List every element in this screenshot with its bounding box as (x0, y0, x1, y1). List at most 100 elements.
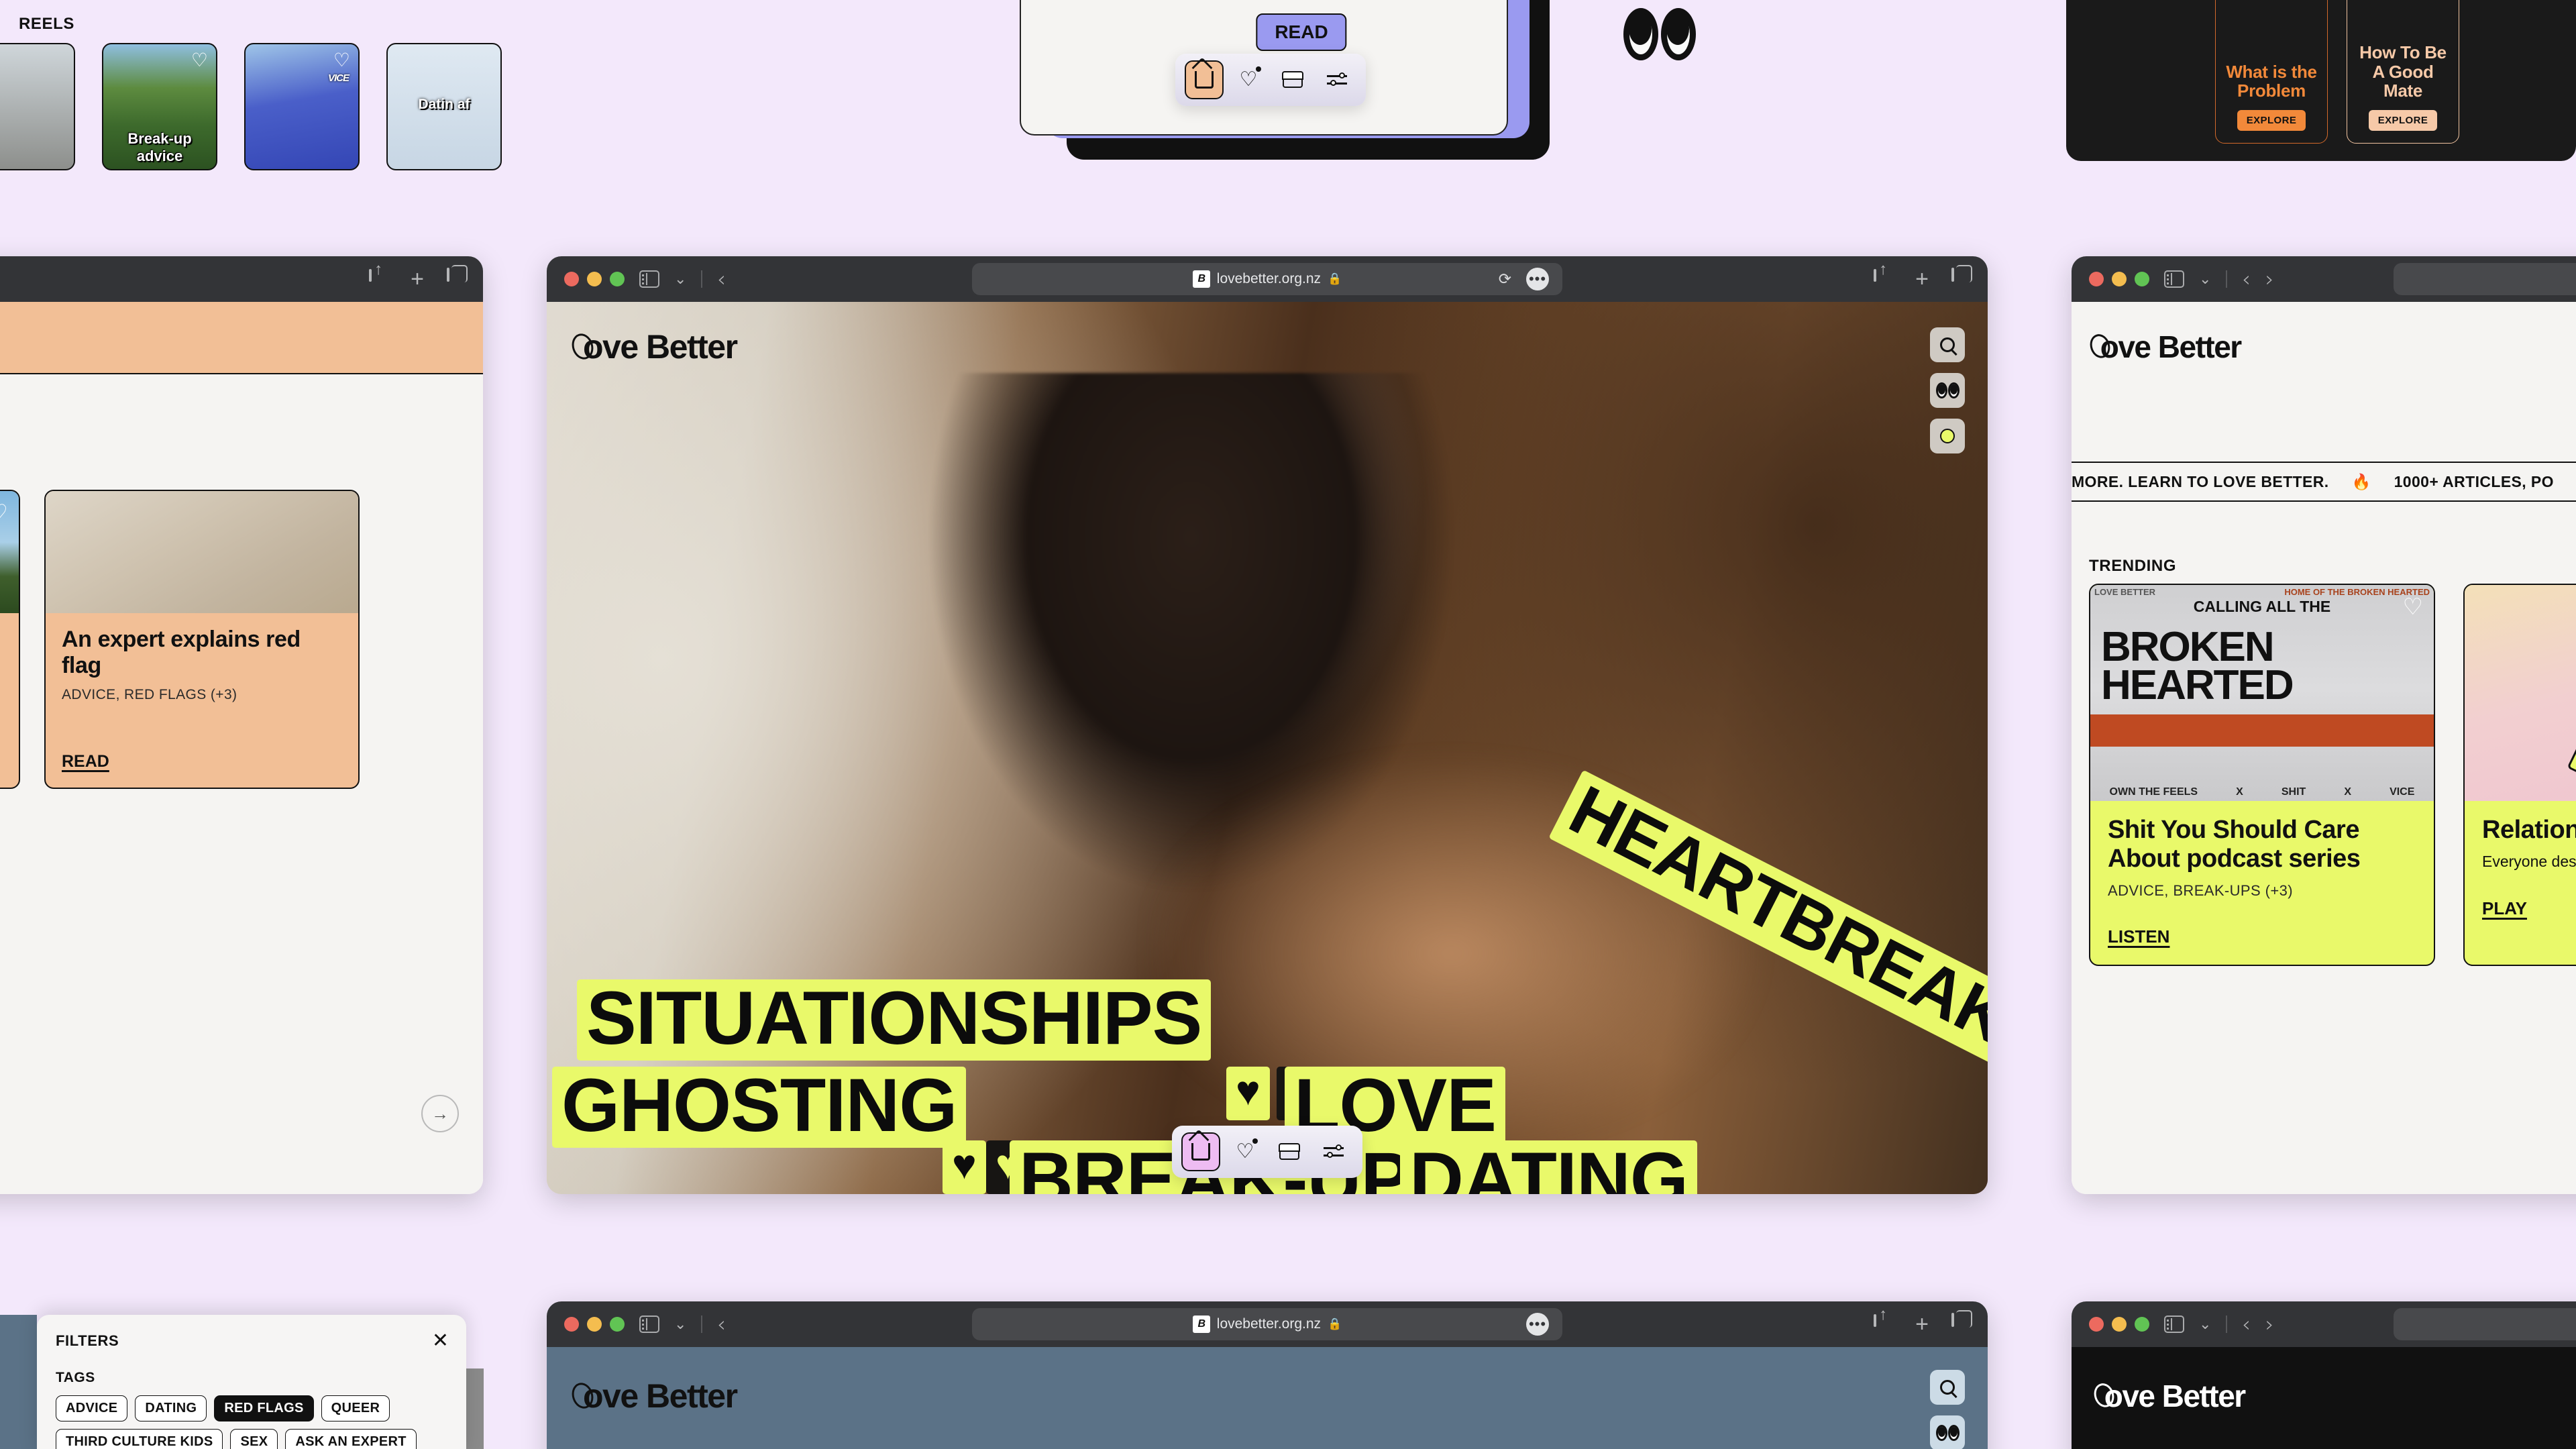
minimize-button[interactable] (2112, 272, 2127, 286)
article-card[interactable]: An expert explains red flag ADVICE, RED … (44, 490, 360, 789)
chevron-down-icon[interactable]: ⌄ (674, 272, 686, 286)
tabs-icon[interactable] (1951, 268, 1970, 289)
plus-icon[interactable]: + (1915, 268, 1929, 290)
filter-tag[interactable]: ASK AN EXPERT (285, 1429, 417, 1449)
site-logo[interactable]: ove Better (568, 327, 738, 366)
reel-item[interactable] (0, 43, 75, 170)
read-link[interactable]: READ (62, 752, 109, 771)
hero-tag-dating[interactable]: DATING (1400, 1140, 1697, 1194)
trending-card[interactable]: Relation Everyone dese trusting relatio … (2463, 584, 2576, 967)
share-icon[interactable] (369, 269, 388, 289)
close-button[interactable] (564, 272, 579, 286)
search-button[interactable] (1930, 327, 1965, 362)
hero-tag-situationships[interactable]: SITUATIONSHIPS (577, 979, 1212, 1061)
back-chevron[interactable]: ‹ (2242, 268, 2251, 290)
search-button[interactable] (1930, 1370, 1965, 1405)
url-bar[interactable] (2394, 1308, 2576, 1340)
filter-tag[interactable]: QUEER (321, 1395, 390, 1421)
heart-icon[interactable]: ♡ (0, 502, 8, 525)
site-logo[interactable]: ove Better (2091, 1378, 2246, 1414)
hero-action-buttons[interactable] (1930, 327, 1965, 453)
explore-button[interactable]: EXPLORE (2368, 110, 2438, 131)
sidebar-icon[interactable] (2164, 270, 2184, 288)
filter-tag[interactable]: SEX (230, 1429, 278, 1449)
eyes-button[interactable] (1930, 373, 1965, 408)
hero-tag-ghosting[interactable]: GHOSTING (552, 1067, 967, 1148)
sidebar-icon[interactable] (2164, 1316, 2184, 1333)
close-button[interactable] (564, 1317, 579, 1332)
play-link[interactable]: PLAY (2482, 898, 2527, 919)
nav-filters-button[interactable] (1318, 60, 1356, 99)
browser-tools[interactable]: + (1874, 1313, 1970, 1336)
window-controls[interactable] (2089, 272, 2149, 286)
plus-icon[interactable]: + (411, 268, 424, 290)
heart-icon[interactable]: ♡ (333, 51, 350, 70)
more-icon[interactable]: ••• (1526, 1313, 1549, 1336)
maximize-button[interactable] (2135, 272, 2149, 286)
close-button[interactable] (2089, 1317, 2104, 1332)
read-button[interactable]: READ (1256, 13, 1347, 51)
site-logo[interactable]: ove Better (2087, 329, 2242, 365)
browser-tools[interactable]: + (369, 268, 466, 290)
window-controls[interactable] (564, 272, 625, 286)
back-chevron[interactable]: ‹ (2242, 1313, 2251, 1335)
nav-saved-button[interactable]: ♡ (1229, 60, 1268, 99)
more-icon[interactable]: ••• (1526, 268, 1549, 290)
url-bar[interactable]: B lovebetter.org.nz 🔒 ⟳ ••• (972, 263, 1562, 295)
article-card[interactable]: ♡ lly be ex? (0, 490, 20, 789)
share-icon[interactable] (1874, 269, 1892, 289)
nav-home-button[interactable] (1185, 60, 1224, 99)
browser-tools[interactable]: + (1874, 268, 1970, 290)
sidebar-icon[interactable] (639, 270, 659, 288)
heart-icon[interactable]: ♡ (2403, 596, 2423, 619)
page-action-buttons[interactable] (1930, 1370, 1965, 1449)
reel-item[interactable]: ♡ VICE (244, 43, 360, 170)
dark-card[interactable]: How To Be A Good Mate EXPLORE (2347, 0, 2459, 144)
reel-item[interactable]: ♡ Break-up advice (102, 43, 217, 170)
sidebar-icon[interactable] (639, 1316, 659, 1333)
url-bar[interactable]: B lovebetter.org.nz 🔒 ••• (972, 1308, 1562, 1340)
forward-chevron[interactable]: › (2265, 1313, 2274, 1335)
filter-tag[interactable]: THIRD CULTURE KIDS (56, 1429, 223, 1449)
floating-nav-top[interactable]: ♡ (1175, 54, 1366, 106)
back-chevron[interactable]: ‹ (717, 268, 726, 290)
reels-row[interactable]: ♡ Break-up advice ♡ VICE Datin af (0, 43, 502, 170)
listen-link[interactable]: LISTEN (2108, 926, 2169, 947)
dark-card[interactable]: What is the Problem EXPLORE (2215, 0, 2328, 144)
nav-filters-button[interactable] (1314, 1132, 1353, 1171)
share-icon[interactable] (1874, 1314, 1892, 1334)
maximize-button[interactable] (2135, 1317, 2149, 1332)
nav-archive-button[interactable] (1273, 60, 1312, 99)
filter-tag[interactable]: ADVICE (56, 1395, 128, 1421)
maximize-button[interactable] (610, 1317, 625, 1332)
close-button[interactable] (2089, 272, 2104, 286)
nav-archive-button[interactable] (1270, 1132, 1309, 1171)
minimize-button[interactable] (587, 272, 602, 286)
eyes-button[interactable] (1930, 1415, 1965, 1449)
floating-nav-main[interactable]: ♡ (1172, 1126, 1362, 1178)
filter-tag[interactable]: DATING (135, 1395, 207, 1421)
nav-home-button[interactable] (1181, 1132, 1220, 1171)
maximize-button[interactable] (610, 272, 625, 286)
chevron-down-icon[interactable]: ⌄ (2199, 272, 2211, 286)
window-controls[interactable] (564, 1317, 625, 1332)
filter-tag[interactable]: RED FLAGS (214, 1395, 314, 1421)
next-arrow-icon[interactable]: → (421, 1095, 459, 1132)
close-icon[interactable]: ✕ (432, 1331, 449, 1351)
window-controls[interactable] (2089, 1317, 2149, 1332)
theme-button[interactable] (1930, 419, 1965, 453)
explore-button[interactable]: EXPLORE (2237, 110, 2306, 131)
back-chevron[interactable]: ‹ (717, 1313, 726, 1335)
trending-card[interactable]: LOVE BETTER HOME OF THE BROKEN HEARTED C… (2089, 584, 2435, 967)
reel-item[interactable]: Datin af (386, 43, 502, 170)
site-logo[interactable]: ove Better (568, 1377, 738, 1415)
heart-icon[interactable]: ♡ (191, 51, 208, 70)
reload-icon[interactable]: ⟳ (1499, 270, 1511, 288)
nav-saved-button[interactable]: ♡ (1226, 1132, 1265, 1171)
minimize-button[interactable] (2112, 1317, 2127, 1332)
tabs-icon[interactable] (447, 268, 466, 289)
minimize-button[interactable] (587, 1317, 602, 1332)
forward-chevron[interactable]: › (2265, 268, 2274, 290)
url-bar[interactable] (2394, 263, 2576, 295)
plus-icon[interactable]: + (1915, 1313, 1929, 1336)
